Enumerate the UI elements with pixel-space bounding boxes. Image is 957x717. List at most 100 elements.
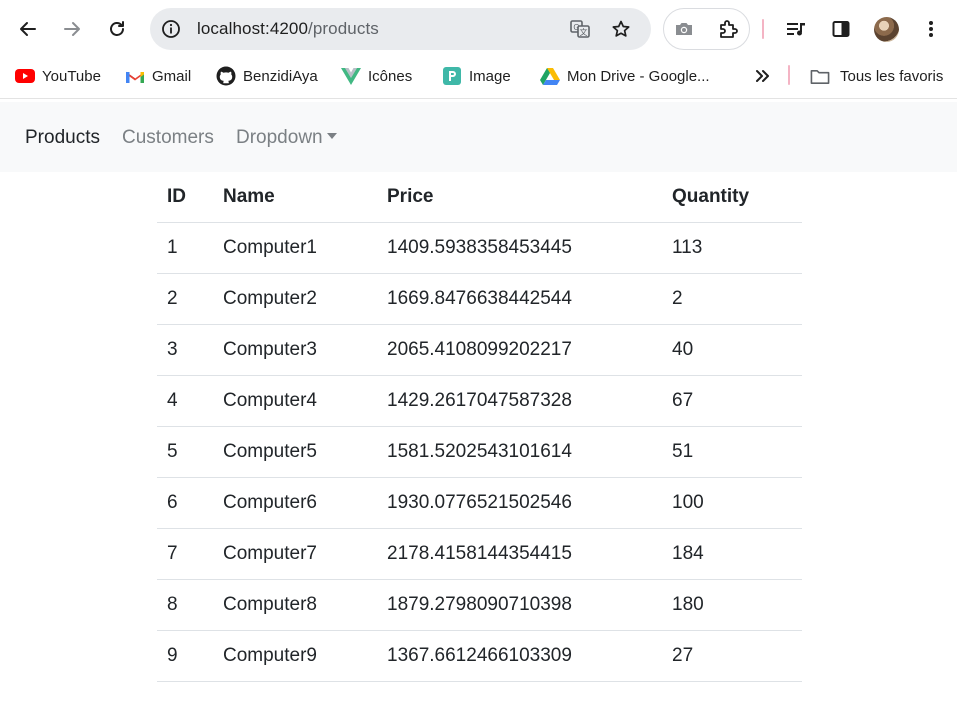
github-icon bbox=[216, 66, 236, 86]
bookmark-image[interactable]: Image bbox=[442, 58, 511, 94]
table-row: 1 Computer1 1409.5938358453445 113 bbox=[157, 222, 802, 274]
cell-id: 3 bbox=[157, 324, 213, 376]
table-row: 7 Computer7 2178.4158144354415 184 bbox=[157, 528, 802, 580]
table-row: 9 Computer9 1367.6612466103309 27 bbox=[157, 630, 802, 682]
bookmarks-bar: YouTube Gmail BenzidiAya Icônes Image Mo… bbox=[0, 58, 957, 99]
cell-id: 2 bbox=[157, 273, 213, 325]
toolbar-divider bbox=[762, 19, 764, 39]
folder-icon bbox=[810, 66, 830, 86]
cell-price: 1429.2617047587328 bbox=[377, 375, 662, 427]
cell-quantity: 100 bbox=[662, 477, 802, 529]
cell-quantity: 40 bbox=[662, 324, 802, 376]
cell-id: 6 bbox=[157, 477, 213, 529]
forward-arrow-icon[interactable] bbox=[52, 9, 92, 49]
table-row: 8 Computer8 1879.2798090710398 180 bbox=[157, 579, 802, 631]
vue-icon bbox=[341, 66, 361, 86]
bookmark-label: BenzidiAya bbox=[243, 67, 318, 85]
cell-price: 1930.0776521502546 bbox=[377, 477, 662, 529]
camera-icon[interactable] bbox=[664, 9, 704, 49]
cell-price: 1409.5938358453445 bbox=[377, 222, 662, 274]
url-host: localhost:4200 bbox=[197, 19, 309, 38]
bookmark-label: YouTube bbox=[42, 67, 101, 85]
table-row: 6 Computer6 1930.0776521502546 100 bbox=[157, 477, 802, 529]
url-path: /products bbox=[308, 19, 379, 38]
cell-price: 1367.6612466103309 bbox=[377, 630, 662, 682]
column-header-id: ID bbox=[157, 172, 213, 223]
cell-quantity: 184 bbox=[662, 528, 802, 580]
cell-id: 5 bbox=[157, 426, 213, 478]
cell-quantity: 51 bbox=[662, 426, 802, 478]
cell-name: Computer3 bbox=[213, 324, 377, 376]
profile-avatar[interactable] bbox=[874, 17, 899, 42]
bookmark-github[interactable]: BenzidiAya bbox=[216, 58, 318, 94]
cell-id: 4 bbox=[157, 375, 213, 427]
bookmark-youtube[interactable]: YouTube bbox=[15, 58, 101, 94]
bookmark-google-drive[interactable]: Mon Drive - Google... bbox=[540, 58, 710, 94]
image-app-icon bbox=[442, 66, 462, 86]
table-row: 2 Computer2 1669.8476638442544 2 bbox=[157, 273, 802, 325]
kebab-menu-icon[interactable] bbox=[911, 9, 951, 49]
cell-price: 1669.8476638442544 bbox=[377, 273, 662, 325]
nav-dropdown-toggle[interactable]: Dropdown bbox=[236, 127, 337, 149]
table-row: 5 Computer5 1581.5202543101614 51 bbox=[157, 426, 802, 478]
media-playlist-icon[interactable] bbox=[776, 9, 816, 49]
all-favorites-folder[interactable]: Tous les favoris bbox=[810, 58, 943, 94]
cell-id: 7 bbox=[157, 528, 213, 580]
cell-id: 8 bbox=[157, 579, 213, 631]
products-table: ID Name Price Quantity 1 Computer1 1409.59… bbox=[157, 172, 802, 682]
cell-price: 2178.4158144354415 bbox=[377, 528, 662, 580]
cell-quantity: 180 bbox=[662, 579, 802, 631]
cell-id: 1 bbox=[157, 222, 213, 274]
nav-dropdown-label: Dropdown bbox=[236, 127, 323, 148]
cell-quantity: 2 bbox=[662, 273, 802, 325]
products-table-container: ID Name Price Quantity 1 Computer1 1409.59… bbox=[157, 172, 802, 682]
bookmarks-divider bbox=[788, 65, 790, 85]
app-navbar: Products Customers Dropdown bbox=[0, 102, 957, 172]
bookmarks-overflow-button[interactable] bbox=[752, 58, 772, 94]
puzzle-extension-icon[interactable] bbox=[708, 9, 748, 49]
bookmark-label: Mon Drive - Google... bbox=[567, 67, 710, 85]
column-header-quantity: Quantity bbox=[662, 172, 802, 223]
nav-link-products[interactable]: Products bbox=[25, 127, 100, 149]
table-row: 4 Computer4 1429.2617047587328 67 bbox=[157, 375, 802, 427]
bookmark-icones[interactable]: Icônes bbox=[341, 58, 412, 94]
url-text[interactable]: localhost:4200/products bbox=[197, 19, 379, 39]
double-chevron-icon bbox=[752, 66, 772, 86]
cell-quantity: 27 bbox=[662, 630, 802, 682]
bookmark-gmail[interactable]: Gmail bbox=[125, 58, 191, 94]
cell-name: Computer2 bbox=[213, 273, 377, 325]
column-header-name: Name bbox=[213, 172, 377, 223]
star-icon[interactable] bbox=[609, 17, 633, 41]
cell-name: Computer8 bbox=[213, 579, 377, 631]
address-bar[interactable]: localhost:4200/products G文 bbox=[150, 8, 651, 50]
reload-icon[interactable] bbox=[97, 9, 137, 49]
extensions-group bbox=[663, 8, 750, 50]
bookmark-label: Gmail bbox=[152, 67, 192, 85]
caret-down-icon bbox=[326, 133, 337, 139]
browser-toolbar: localhost:4200/products G文 bbox=[0, 0, 957, 58]
cell-quantity: 67 bbox=[662, 375, 802, 427]
cell-id: 9 bbox=[157, 630, 213, 682]
cell-name: Computer4 bbox=[213, 375, 377, 427]
all-favorites-label: Tous les favoris bbox=[840, 67, 944, 85]
gmail-icon bbox=[125, 66, 145, 86]
youtube-icon bbox=[15, 66, 35, 86]
cell-price: 1879.2798090710398 bbox=[377, 579, 662, 631]
site-info-icon[interactable] bbox=[159, 17, 183, 41]
translate-icon[interactable]: G文 bbox=[568, 17, 592, 41]
bookmark-label: Image bbox=[469, 67, 511, 85]
table-header-row: ID Name Price Quantity bbox=[157, 172, 802, 223]
cell-name: Computer5 bbox=[213, 426, 377, 478]
column-header-price: Price bbox=[377, 172, 662, 223]
bookmark-label: Icônes bbox=[368, 67, 413, 85]
google-drive-icon bbox=[540, 66, 560, 86]
nav-link-customers[interactable]: Customers bbox=[122, 127, 214, 149]
cell-name: Computer1 bbox=[213, 222, 377, 274]
side-panel-icon[interactable] bbox=[821, 9, 861, 49]
cell-price: 1581.5202543101614 bbox=[377, 426, 662, 478]
back-arrow-icon[interactable] bbox=[8, 9, 48, 49]
cell-name: Computer6 bbox=[213, 477, 377, 529]
cell-name: Computer9 bbox=[213, 630, 377, 682]
cell-name: Computer7 bbox=[213, 528, 377, 580]
cell-quantity: 113 bbox=[662, 222, 802, 274]
